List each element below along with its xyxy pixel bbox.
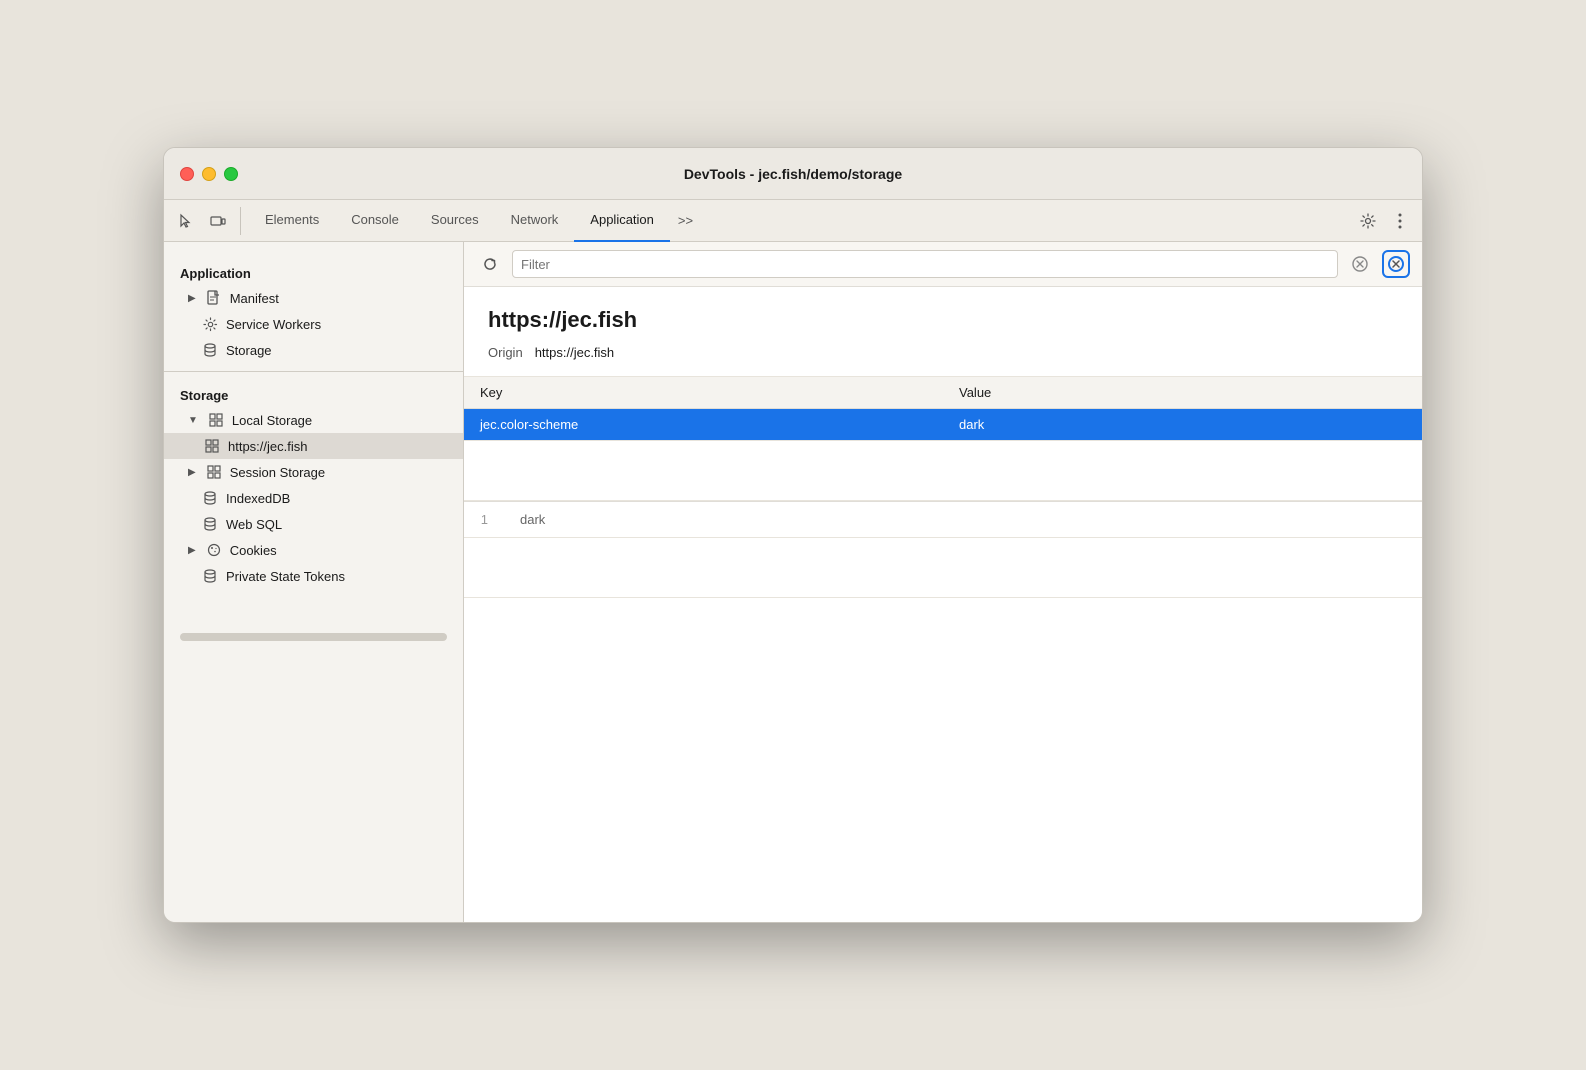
sidebar-item-session-storage[interactable]: ▶ Session Storage xyxy=(164,459,463,485)
table-cell-key: jec.color-scheme xyxy=(464,409,943,441)
bottom-table-body: 1 dark xyxy=(464,502,1422,598)
settings-icon[interactable] xyxy=(1354,207,1382,235)
service-workers-label: Service Workers xyxy=(226,317,321,332)
origin-label: Origin xyxy=(488,345,523,360)
jec-grid-icon xyxy=(204,438,220,454)
sidebar-item-service-workers[interactable]: Service Workers xyxy=(164,311,463,337)
table-row-empty-1 xyxy=(464,441,1422,501)
minimize-button[interactable] xyxy=(202,167,216,181)
local-storage-chevron-icon: ▼ xyxy=(188,415,198,426)
close-button[interactable] xyxy=(180,167,194,181)
sidebar-item-indexeddb[interactable]: IndexedDB xyxy=(164,485,463,511)
service-workers-gear-icon xyxy=(202,316,218,332)
table-cell-value: dark xyxy=(943,409,1422,441)
sidebar-item-cookies[interactable]: ▶ Cookies xyxy=(164,537,463,563)
web-sql-icon xyxy=(202,516,218,532)
tab-network[interactable]: Network xyxy=(495,200,575,242)
maximize-button[interactable] xyxy=(224,167,238,181)
cookies-label: Cookies xyxy=(230,543,277,558)
delete-button[interactable] xyxy=(1382,250,1410,278)
sidebar-separator xyxy=(164,371,463,372)
main-panel: https://jec.fish Origin https://jec.fish… xyxy=(464,242,1422,922)
storage-db-icon xyxy=(202,342,218,358)
manifest-file-icon xyxy=(206,290,222,306)
devtools-body: Application ▶ Manifest xyxy=(164,242,1422,922)
clear-filter-button[interactable] xyxy=(1346,250,1374,278)
web-sql-label: Web SQL xyxy=(226,517,282,532)
manifest-chevron-icon: ▶ xyxy=(188,293,196,304)
refresh-button[interactable] xyxy=(476,250,504,278)
traffic-lights xyxy=(180,167,238,181)
tab-elements[interactable]: Elements xyxy=(249,200,335,242)
col-header-value: Value xyxy=(943,377,1422,409)
tab-sources[interactable]: Sources xyxy=(415,200,495,242)
panel-toolbar xyxy=(464,242,1422,287)
cookies-chevron-icon: ▶ xyxy=(188,545,196,556)
manifest-label: Manifest xyxy=(230,291,279,306)
sidebar: Application ▶ Manifest xyxy=(164,242,464,922)
table-body: jec.color-scheme dark xyxy=(464,409,1422,501)
private-state-tokens-label: Private State Tokens xyxy=(226,569,345,584)
private-state-tokens-icon xyxy=(202,568,218,584)
session-storage-label: Session Storage xyxy=(230,465,325,480)
indexeddb-icon xyxy=(202,490,218,506)
bottom-table-row-empty xyxy=(464,538,1422,598)
window-title: DevTools - jec.fish/demo/storage xyxy=(684,166,902,182)
table-row[interactable]: jec.color-scheme dark xyxy=(464,409,1422,441)
storage-section-title: Storage xyxy=(164,380,463,407)
bottom-value: dark xyxy=(504,502,1422,538)
devtools-window: DevTools - jec.fish/demo/storage Element… xyxy=(163,147,1423,923)
panel-content: https://jec.fish Origin https://jec.fish… xyxy=(464,287,1422,922)
cursor-icon[interactable] xyxy=(172,207,200,235)
filter-input[interactable] xyxy=(512,250,1338,278)
sidebar-item-web-sql[interactable]: Web SQL xyxy=(164,511,463,537)
tab-console[interactable]: Console xyxy=(335,200,415,242)
sidebar-item-local-storage-jec[interactable]: https://jec.fish xyxy=(164,433,463,459)
tab-application[interactable]: Application xyxy=(574,200,670,242)
local-storage-grid-icon xyxy=(208,412,224,428)
sidebar-item-storage[interactable]: Storage xyxy=(164,337,463,363)
device-toggle-icon[interactable] xyxy=(204,207,232,235)
more-options-icon[interactable] xyxy=(1386,207,1414,235)
bottom-table: 1 dark xyxy=(464,501,1422,598)
local-storage-label: Local Storage xyxy=(232,413,312,428)
storage-table: Key Value jec.color-scheme dark xyxy=(464,377,1422,501)
devtools-right-actions xyxy=(1354,207,1414,235)
origin-row: Origin https://jec.fish xyxy=(464,341,1422,377)
sidebar-item-private-state-tokens[interactable]: Private State Tokens xyxy=(164,563,463,589)
session-storage-grid-icon xyxy=(206,464,222,480)
origin-title: https://jec.fish xyxy=(464,287,1422,341)
sidebar-item-local-storage[interactable]: ▼ Local Storage xyxy=(164,407,463,433)
tabs-overflow-button[interactable]: >> xyxy=(670,200,701,242)
devtools-tabs-bar: Elements Console Sources Network Applica… xyxy=(164,200,1422,242)
title-bar: DevTools - jec.fish/demo/storage xyxy=(164,148,1422,200)
col-header-key: Key xyxy=(464,377,943,409)
session-storage-chevron-icon: ▶ xyxy=(188,467,196,478)
application-section-title: Application xyxy=(164,258,463,285)
origin-value: https://jec.fish xyxy=(535,345,614,360)
sidebar-item-manifest[interactable]: ▶ Manifest xyxy=(164,285,463,311)
sidebar-scrollbar[interactable] xyxy=(180,633,447,641)
bottom-index: 1 xyxy=(464,502,504,538)
indexeddb-label: IndexedDB xyxy=(226,491,290,506)
storage-label: Storage xyxy=(226,343,272,358)
devtools-icon-group xyxy=(172,207,241,235)
jec-fish-label: https://jec.fish xyxy=(228,439,307,454)
bottom-table-row: 1 dark xyxy=(464,502,1422,538)
cookies-icon xyxy=(206,542,222,558)
table-header: Key Value xyxy=(464,377,1422,409)
